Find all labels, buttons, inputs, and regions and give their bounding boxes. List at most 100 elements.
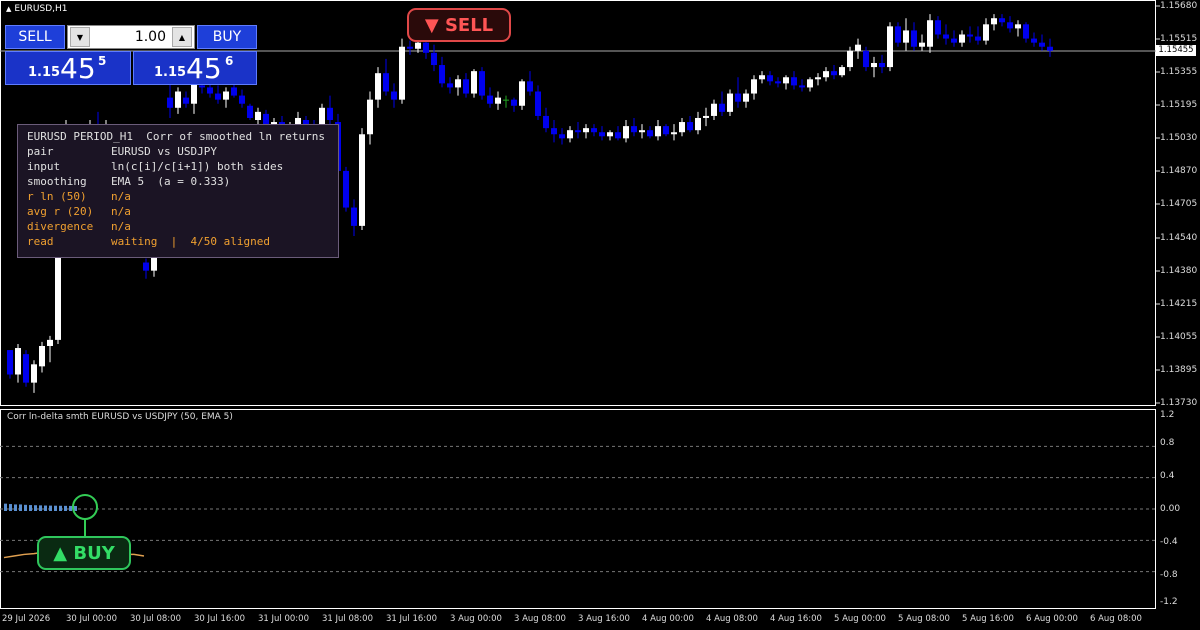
candle-body — [711, 103, 717, 116]
candle-body — [215, 93, 221, 100]
indicator-title: Corr ln-delta smth EURUSD vs USDJPY (50,… — [7, 412, 233, 422]
histogram-bar — [54, 505, 57, 511]
time-axis-label: 30 Jul 00:00 — [66, 614, 117, 624]
candle-body — [887, 26, 893, 68]
info-row-avg-r: avg r (20) n/a — [27, 204, 329, 219]
info-row-input: input ln(c[i]/c[i+1]) both sides — [27, 159, 329, 174]
indicator-axis-label: 1.2 — [1160, 410, 1175, 420]
candle-body — [463, 79, 469, 94]
candle-body — [695, 117, 701, 131]
sell-button[interactable]: SELL — [5, 25, 65, 49]
candle-body — [775, 81, 781, 84]
candle-body — [991, 18, 997, 25]
candle-body — [735, 93, 741, 102]
indicator-axis-label: -0.4 — [1160, 537, 1178, 547]
candle-body — [719, 103, 725, 112]
histogram-bar — [64, 505, 67, 511]
candle-body — [343, 170, 349, 208]
candle-body — [543, 115, 549, 129]
time-axis-label: 30 Jul 16:00 — [194, 614, 245, 624]
lot-increase-icon[interactable]: ▲ — [172, 27, 192, 47]
candle-body — [223, 91, 229, 100]
candle-body — [575, 130, 581, 133]
candle-body — [519, 81, 525, 106]
candle-body — [767, 75, 773, 82]
sell-signal-badge: ▼ SELL — [407, 8, 511, 42]
candle-body — [247, 105, 253, 118]
candle-body — [671, 132, 677, 135]
candle-body — [495, 97, 501, 104]
info-value: n/a — [111, 220, 131, 233]
candle-body — [607, 132, 613, 137]
candle-body — [7, 350, 13, 375]
candle-body — [39, 345, 45, 367]
info-row-read: read waiting | 4/50 aligned — [27, 234, 329, 249]
candle-body — [175, 91, 181, 108]
ask-price-button[interactable]: 1.15 45 6 — [133, 51, 257, 85]
lot-size-stepper[interactable]: ▼ 1.00 ▲ — [67, 25, 195, 49]
info-value: n/a — [111, 190, 131, 203]
time-axis-label: 31 Jul 08:00 — [322, 614, 373, 624]
candle-body — [1015, 24, 1021, 29]
candle-body — [639, 130, 645, 133]
candle-body — [1047, 46, 1053, 51]
candle-body — [431, 52, 437, 66]
info-value: EURUSD vs USDJPY — [111, 145, 217, 158]
indicator-levels — [0, 445, 1156, 573]
info-label: divergence — [27, 220, 94, 233]
candle-body — [207, 87, 213, 94]
candle-body — [823, 71, 829, 78]
time-axis-label: 5 Aug 00:00 — [834, 614, 886, 624]
candle-body — [959, 34, 965, 43]
candle-body — [199, 85, 205, 88]
candle-body — [191, 83, 197, 104]
time-axis-label: 5 Aug 16:00 — [962, 614, 1014, 624]
price-axis-label: 1.15030 — [1160, 133, 1198, 143]
time-axis-label: 4 Aug 08:00 — [706, 614, 758, 624]
candle-body — [447, 83, 453, 88]
histogram-bar — [34, 505, 37, 511]
price-axis-label: 1.15355 — [1160, 67, 1198, 77]
correlation-histogram — [4, 503, 77, 511]
candle-body — [23, 354, 29, 383]
info-value: EMA 5 (a = 0.333) — [111, 175, 231, 188]
candle-body — [471, 71, 477, 94]
price-axis-label: 1.14870 — [1160, 166, 1198, 176]
candle-body — [927, 20, 933, 47]
candle-body — [487, 95, 493, 104]
candle-body — [503, 99, 509, 101]
candle-body — [367, 99, 373, 135]
candle-body — [623, 126, 629, 139]
lot-size-input[interactable]: 1.00 — [92, 26, 170, 48]
buy-signal-badge: ▲ BUY — [37, 536, 131, 570]
buy-marker — [72, 494, 98, 536]
candle-body — [359, 134, 365, 226]
candle-body — [559, 134, 565, 139]
price-axis-label: 1.15195 — [1160, 100, 1198, 110]
candle-body — [799, 85, 805, 88]
buy-button[interactable]: BUY — [197, 25, 257, 49]
info-label: r ln (50) — [27, 190, 87, 203]
info-row-smoothing: smoothing EMA 5 (a = 0.333) — [27, 174, 329, 189]
price-axis-label: 1.14380 — [1160, 266, 1198, 276]
info-value: waiting | 4/50 aligned — [111, 235, 270, 248]
price-chart[interactable] — [0, 0, 1200, 630]
candle-body — [479, 71, 485, 96]
candle-body — [871, 63, 877, 68]
candle-body — [879, 63, 885, 68]
candle-body — [663, 126, 669, 135]
histogram-bar — [49, 505, 52, 511]
chart-symbol-title[interactable]: ▲ EURUSD,H1 — [6, 4, 68, 14]
price-axis-label: 1.14055 — [1160, 332, 1198, 342]
candle-body — [599, 132, 605, 137]
candle-body — [863, 50, 869, 68]
collapse-triangle-icon[interactable]: ▲ — [6, 5, 11, 13]
info-label: avg r (20) — [27, 205, 94, 218]
lot-decrease-icon[interactable]: ▼ — [70, 27, 90, 47]
bid-price-button[interactable]: 1.15 45 5 — [5, 51, 131, 85]
candle-body — [703, 115, 709, 118]
bid-price-prefix: 1.15 — [28, 65, 61, 80]
time-axis-label: 3 Aug 00:00 — [450, 614, 502, 624]
candle-body — [935, 20, 941, 35]
one-click-trading-panel: SELL ▼ 1.00 ▲ BUY 1.15 45 5 1.15 45 6 — [5, 25, 257, 85]
